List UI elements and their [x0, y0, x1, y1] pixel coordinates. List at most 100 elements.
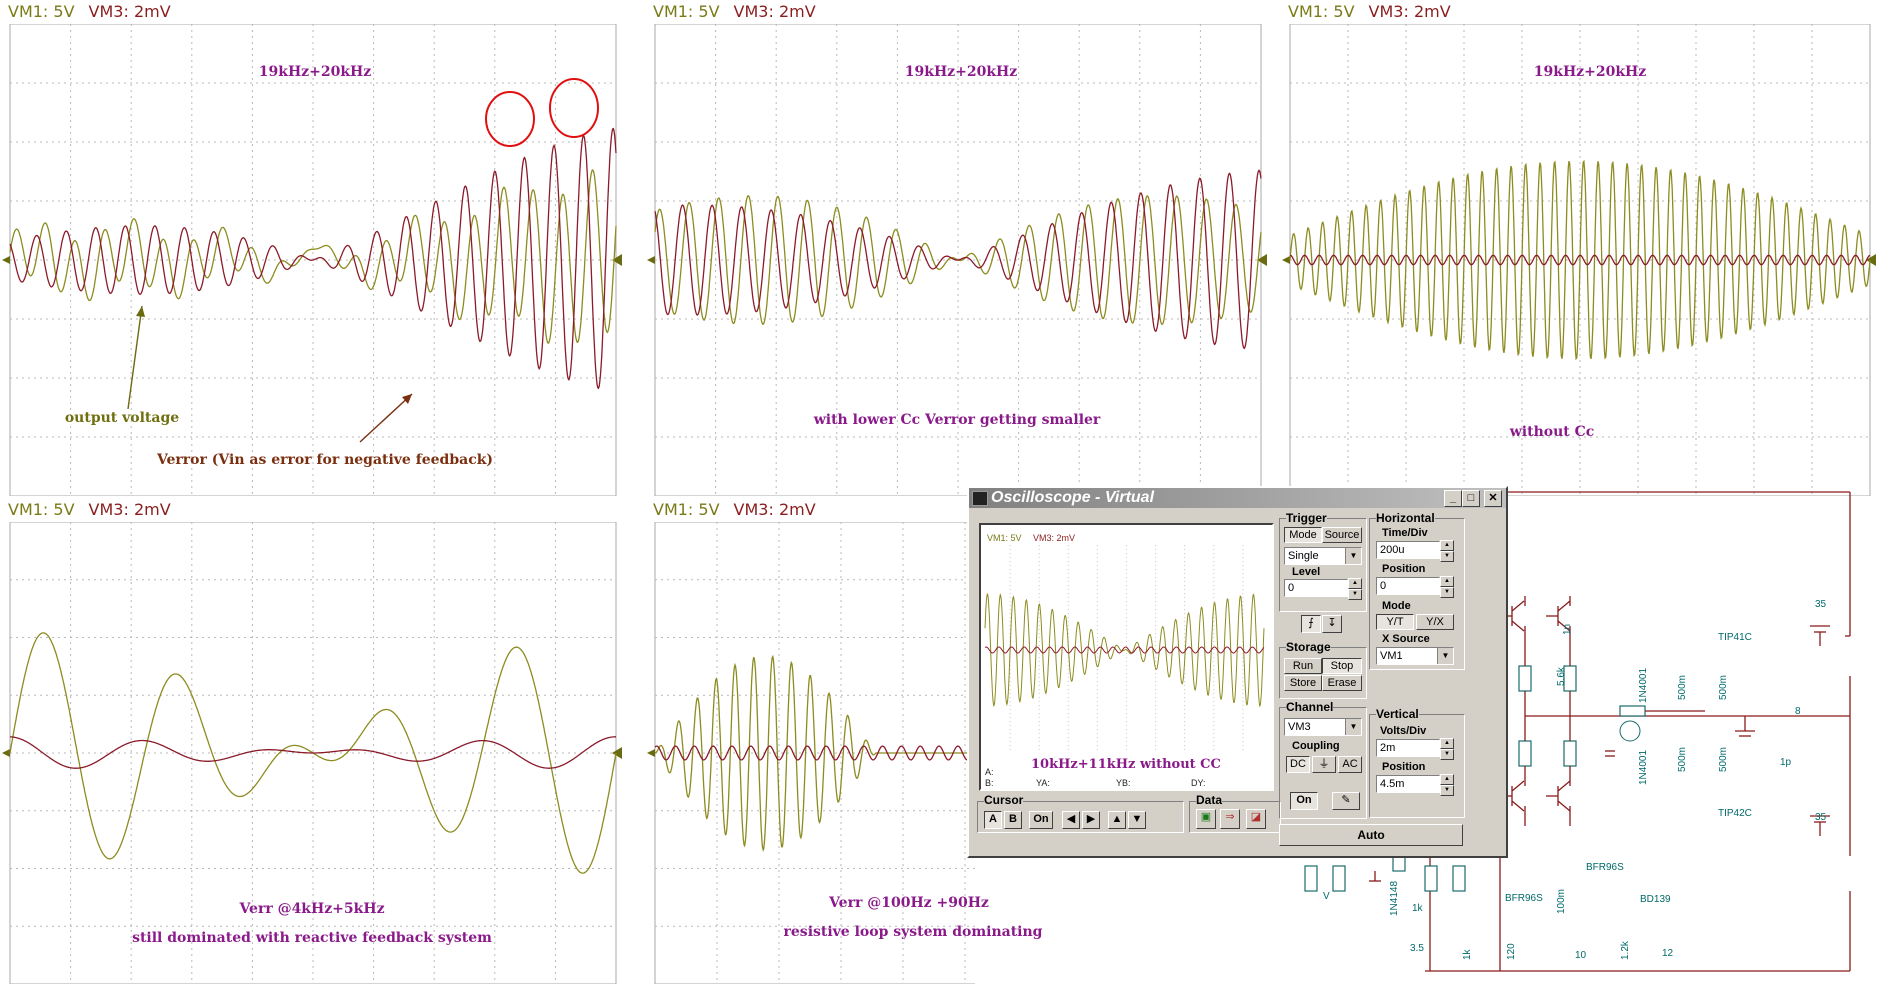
mode-yt-button[interactable]: Y/T — [1376, 614, 1414, 630]
coupling-ac-button[interactable]: AC — [1338, 756, 1362, 773]
window-titlebar[interactable]: Oscilloscope - Virtual _ □ ✕ — [969, 488, 1506, 508]
erase-button[interactable]: Erase — [1322, 675, 1362, 691]
panel-header: VM1: 5V VM3: 2mV — [8, 2, 171, 21]
vertical-label: Vertical — [1376, 707, 1419, 721]
cursor-on-button[interactable]: On — [1029, 811, 1053, 829]
vm3-label: VM3: 2mV — [1368, 2, 1451, 21]
dropdown-arrow-icon[interactable]: ▼ — [1345, 719, 1361, 735]
ground-marker-icon — [647, 256, 655, 264]
coupling-gnd-icon[interactable]: ⏚ — [1312, 756, 1336, 773]
plot-panel-2: VM1: 5V VM3: 2mV 19kHz+20kHz with lower C… — [645, 0, 1285, 500]
channel-color-pen-icon[interactable]: ✎ — [1332, 792, 1360, 810]
v-position-spinner[interactable]: ▲ ▼ — [1440, 774, 1454, 796]
minimize-icon[interactable]: _ — [1444, 490, 1462, 507]
mode-yx-button[interactable]: Y/X — [1416, 614, 1454, 630]
cursor-a-button[interactable]: A — [984, 811, 1002, 829]
dropdown-arrow-icon[interactable]: ▼ — [1437, 648, 1453, 664]
cursor-up-icon[interactable]: ▲ — [1108, 811, 1126, 829]
ya-readout: YA: — [1036, 778, 1050, 788]
time-div-input[interactable]: 200u — [1376, 541, 1440, 559]
trigger-mode-tab[interactable]: Mode — [1284, 527, 1322, 543]
data-export-icon[interactable]: ⇒ — [1220, 809, 1240, 829]
component-label-r1k_b: 1k — [1462, 949, 1473, 960]
plot-panel-1: VM1: 5V VM3: 2mV 19kHz+20kHz output volta… — [0, 0, 640, 500]
cursor-b-button[interactable]: B — [1004, 811, 1022, 829]
vm3-label: VM3: 2mV — [733, 500, 816, 519]
close-icon[interactable]: ✕ — [1484, 490, 1502, 507]
trigger-falling-edge-icon[interactable]: ↧ — [1322, 615, 1342, 633]
h-position-input[interactable]: 0 — [1376, 577, 1440, 595]
component-label-r500a: 500m — [1677, 674, 1688, 700]
stop-button[interactable]: Stop — [1322, 658, 1362, 674]
store-button[interactable]: Store — [1284, 675, 1322, 691]
yb-readout: YB: — [1116, 778, 1131, 788]
trigger-rising-edge-icon[interactable]: ⨍ — [1301, 615, 1321, 633]
voltmeter-icon — [1619, 720, 1641, 742]
v-position-input[interactable]: 4.5m — [1376, 775, 1440, 793]
horizontal-group: Horizontal Time/Div 200u ▲ ▼ Position 0 ▲… — [1369, 511, 1465, 670]
scope-waveform — [984, 545, 1265, 750]
storage-group: Storage Run Stop Store Erase — [1279, 640, 1367, 699]
dropdown-arrow-icon[interactable]: ▼ — [1345, 548, 1361, 564]
coupling-label: Coupling — [1292, 740, 1340, 752]
maximize-icon[interactable]: □ — [1462, 490, 1480, 507]
resistor-8 — [1619, 705, 1646, 717]
annotation-title: Verr @4kHz+5kHz — [239, 901, 385, 917]
x-source-select[interactable]: VM1 ▼ — [1376, 647, 1454, 665]
cursor-left-icon[interactable]: ◀ — [1062, 811, 1080, 829]
wire — [1511, 780, 1525, 792]
annotation-note: with lower Cc Verror getting smaller — [813, 412, 1101, 428]
panel-header: VM1: 5V VM3: 2mV — [653, 500, 816, 519]
channel-on-button[interactable]: On — [1290, 792, 1318, 810]
vm3-label: VM3: 2mV — [88, 2, 171, 21]
data-chart-icon[interactable]: ◪ — [1246, 809, 1266, 829]
time-div-label: Time/Div — [1382, 527, 1428, 539]
volts-div-input[interactable]: 2m — [1376, 739, 1440, 757]
data-group-label: Data — [1196, 793, 1223, 807]
resistor-1k — [1304, 865, 1318, 892]
h-position-label: Position — [1382, 563, 1426, 575]
component-label-r500c: 500m — [1677, 746, 1688, 772]
auto-button[interactable]: Auto — [1279, 824, 1463, 846]
run-button[interactable]: Run — [1284, 658, 1322, 674]
component-label-r12: 12 — [1662, 948, 1674, 959]
vm1-label: VM1: 5V — [8, 500, 75, 519]
component-label-r100m: 100m — [1556, 888, 1567, 914]
vm1-label: VM1: 5V — [653, 2, 720, 21]
h-position-spinner[interactable]: ▲ ▼ — [1440, 576, 1454, 598]
annotation-title: 19kHz+20kHz — [904, 64, 1018, 80]
scope-display: VM1: 5V VM3: 2mV 10kHz+11kHz without CC … — [979, 523, 1274, 791]
trigger-level-input[interactable]: 0 — [1284, 579, 1348, 597]
component-label-d2: 1N4001 — [1638, 749, 1649, 785]
data-load-icon[interactable]: ▣ — [1196, 809, 1216, 829]
component-label-r500d: 500m — [1718, 746, 1729, 772]
component-label-v35b: 35 — [1815, 812, 1827, 823]
component-label-q_bd139: BD139 — [1640, 894, 1671, 905]
waveform-plot — [647, 522, 975, 984]
oscilloscope-window[interactable]: Oscilloscope - Virtual _ □ ✕ VM1: 5V VM3… — [967, 486, 1508, 858]
wire — [1557, 780, 1571, 792]
annotation-title: 19kHz+20kHz — [258, 64, 372, 80]
annotation-note: still dominated with reactive feedback s… — [132, 930, 492, 946]
component-label-r12k: 1.2k — [1620, 941, 1631, 960]
component-label-r8: 8 — [1795, 706, 1801, 717]
trigger-level-spinner[interactable]: ▲ ▼ — [1348, 578, 1362, 600]
time-div-spinner[interactable]: ▲ ▼ — [1440, 540, 1454, 562]
scope-app-icon — [972, 491, 988, 506]
component-label-r56k: 5.6k — [1556, 667, 1567, 686]
cursor-a-readout: A: — [985, 767, 994, 777]
trigger-mode-select[interactable]: Single ▼ — [1284, 547, 1362, 565]
component-label-q_bfr_a: BFR96S — [1586, 862, 1624, 873]
trigger-source-tab[interactable]: Source — [1322, 527, 1362, 543]
cursor-down-icon[interactable]: ▼ — [1128, 811, 1146, 829]
vm1-label: VM1: 5V — [8, 2, 75, 21]
coupling-dc-button[interactable]: DC — [1286, 756, 1310, 773]
annotation-title: Verr @100Hz +90Hz — [829, 895, 989, 911]
channel-select[interactable]: VM3 ▼ — [1284, 718, 1362, 736]
cursor-right-icon[interactable]: ▶ — [1082, 811, 1100, 829]
component-label-q_bfr_b: BFR96S — [1505, 893, 1543, 904]
component-label-d3: 1N4148 — [1389, 880, 1400, 916]
cursor-group-label: Cursor — [984, 793, 1024, 807]
annotation-note: without Cc — [1509, 424, 1595, 440]
volts-div-spinner[interactable]: ▲ ▼ — [1440, 738, 1454, 760]
